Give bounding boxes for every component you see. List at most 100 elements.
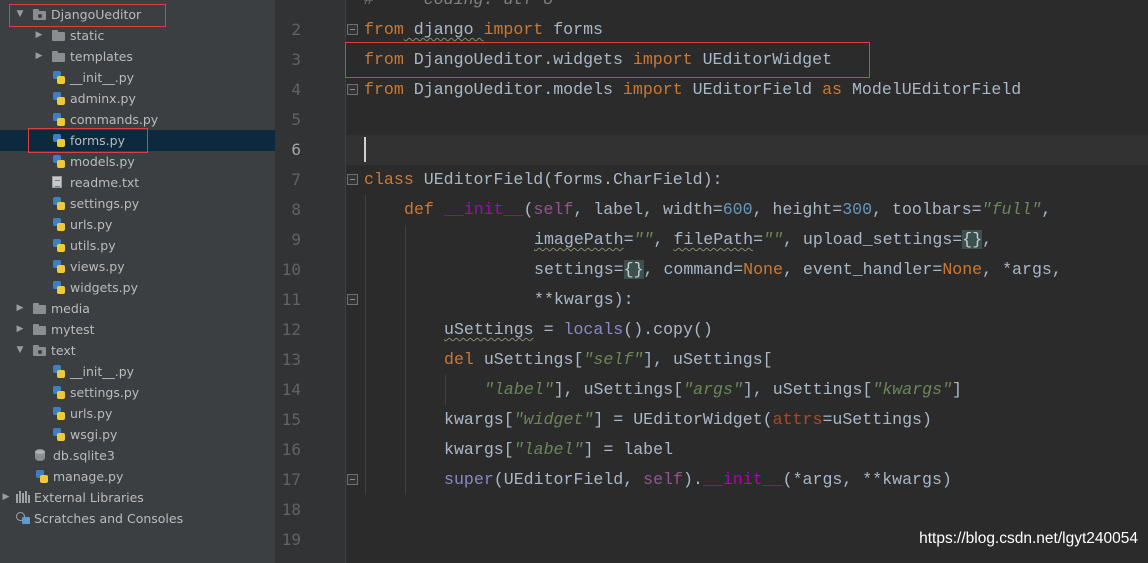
tree-item-commands-py[interactable]: commands.py [0, 109, 275, 130]
project-tree-panel: ▼ DjangoUeditor ▶ static ▶ templates __init__.… [0, 0, 275, 563]
tree-item-label: widgets.py [70, 280, 138, 295]
code-line-1: # -*- coding: utf-8 -*- [364, 0, 593, 15]
line-number: 16 [281, 440, 301, 459]
code-text: (UEditorField, [493, 470, 644, 489]
code-text: "full" [981, 200, 1042, 219]
code-text: locals [563, 320, 624, 339]
tree-item-settings-py[interactable]: settings.py [0, 193, 275, 214]
tree-item-forms-py[interactable]: forms.py [0, 130, 275, 151]
code-line-3: from DjangoUeditor.widgets import UEdito… [364, 45, 832, 75]
code-text: "kwargs" [872, 380, 953, 399]
folder-icon [52, 50, 66, 63]
tree-item-mytest[interactable]: ▶ mytest [0, 319, 275, 340]
tree-item-wsgi-py[interactable]: wsgi.py [0, 424, 275, 445]
code-text: ] = label [583, 440, 674, 459]
keyword: from [364, 20, 404, 39]
tree-item-views-py[interactable]: views.py [0, 256, 275, 277]
code-text: uSettings[ [473, 350, 584, 369]
tree-item-settings-py[interactable]: settings.py [0, 382, 275, 403]
tree-item-static[interactable]: ▶ static [0, 25, 275, 46]
tree-item-init-py[interactable]: __init__.py [0, 361, 275, 382]
tree-item-scratches-and-consoles[interactable]: Scratches and Consoles [0, 508, 275, 529]
tree-item-label: media [51, 301, 90, 316]
fold-marker[interactable] [347, 174, 358, 185]
code-text: self [533, 200, 574, 219]
chevron-right-icon[interactable]: ▶ [0, 487, 12, 508]
tree-item-urls-py[interactable]: urls.py [0, 214, 275, 235]
line-number: 19 [281, 530, 301, 549]
code-line-7: class UEditorField(forms.CharField): [364, 165, 723, 195]
fold-marker[interactable] [347, 24, 358, 35]
tree-item-label: __init__.py [70, 364, 135, 379]
tree-item-label: db.sqlite3 [53, 448, 115, 463]
text-file-icon [52, 176, 62, 188]
python-file-icon [52, 365, 66, 378]
tree-item-label: DjangoUeditor [51, 7, 142, 22]
code-text: ] = UEditorWidget( [593, 410, 773, 429]
chevron-right-icon[interactable]: ▶ [14, 319, 26, 340]
code-text: 600 [722, 200, 753, 219]
code-text: UEditorField(forms.CharField): [413, 170, 723, 189]
chevron-right-icon[interactable]: ▶ [33, 46, 45, 67]
tree-item-external-libraries[interactable]: ▶ External Libraries [0, 487, 275, 508]
code-text: forms [543, 20, 604, 39]
tree-item-init-py[interactable]: __init__.py [0, 67, 275, 88]
code-text: , command= [643, 260, 744, 279]
current-line-highlight [346, 135, 1148, 165]
code-text: super [444, 470, 494, 489]
indent-guide [365, 195, 366, 495]
chevron-down-icon[interactable]: ▼ [14, 4, 26, 25]
code-text: ModelUEditorField [842, 80, 1022, 99]
code-text: "widget" [513, 410, 594, 429]
code-text: ] [952, 380, 963, 399]
tree-item-readme-txt[interactable]: readme.txt [0, 172, 275, 193]
code-text: kwargs[ [444, 410, 514, 429]
tree-item-manage-py[interactable]: manage.py [0, 466, 275, 487]
keyword: from [364, 80, 404, 99]
tree-item-db-sqlite3[interactable]: db.sqlite3 [0, 445, 275, 466]
keyword: as [822, 80, 843, 99]
chevron-down-icon[interactable]: ▼ [14, 340, 26, 361]
tree-item-label: manage.py [53, 469, 124, 484]
tree-item-djangoueditor[interactable]: ▼ DjangoUeditor [0, 4, 275, 25]
tree-item-label: __init__.py [70, 70, 135, 85]
tree-item-widgets-py[interactable]: widgets.py [0, 277, 275, 298]
database-file-icon [35, 449, 45, 462]
tree-item-label: text [51, 343, 76, 358]
line-number: 17 [281, 470, 301, 489]
code-line-4: from DjangoUeditor.models import UEditor… [364, 75, 1021, 105]
tree-item-adminx-py[interactable]: adminx.py [0, 88, 275, 109]
folder-icon [52, 29, 66, 42]
code-text: "" [633, 230, 654, 249]
tree-item-label: forms.py [70, 133, 125, 148]
code-text: = [623, 230, 634, 249]
tree-item-models-py[interactable]: models.py [0, 151, 275, 172]
tree-item-label: urls.py [70, 406, 113, 421]
tree-item-label: settings.py [70, 196, 140, 211]
code-text: UEditorField [682, 80, 823, 99]
scratches-icon [16, 512, 30, 525]
keyword: from [364, 50, 404, 69]
code-text: DjangoUeditor.models [403, 80, 623, 99]
indent-guide [405, 315, 406, 495]
code-text: "" [763, 230, 783, 249]
keyword: del [444, 350, 474, 369]
tree-item-utils-py[interactable]: utils.py [0, 235, 275, 256]
tree-item-label: mytest [51, 322, 95, 337]
tree-item-label: utils.py [70, 238, 116, 253]
python-file-icon [52, 260, 66, 273]
chevron-right-icon[interactable]: ▶ [33, 25, 45, 46]
python-file-icon [52, 239, 66, 252]
fold-marker[interactable] [347, 294, 358, 305]
tree-item-urls-py[interactable]: urls.py [0, 403, 275, 424]
fold-marker[interactable] [347, 474, 358, 485]
keyword: import [483, 20, 544, 39]
python-file-icon [52, 134, 66, 147]
python-file-icon [52, 197, 66, 210]
tree-item-media[interactable]: ▶ media [0, 298, 275, 319]
tree-item-text[interactable]: ▼ text [0, 340, 275, 361]
chevron-right-icon[interactable]: ▶ [14, 298, 26, 319]
fold-marker[interactable] [347, 84, 358, 95]
tree-item-templates[interactable]: ▶ templates [0, 46, 275, 67]
